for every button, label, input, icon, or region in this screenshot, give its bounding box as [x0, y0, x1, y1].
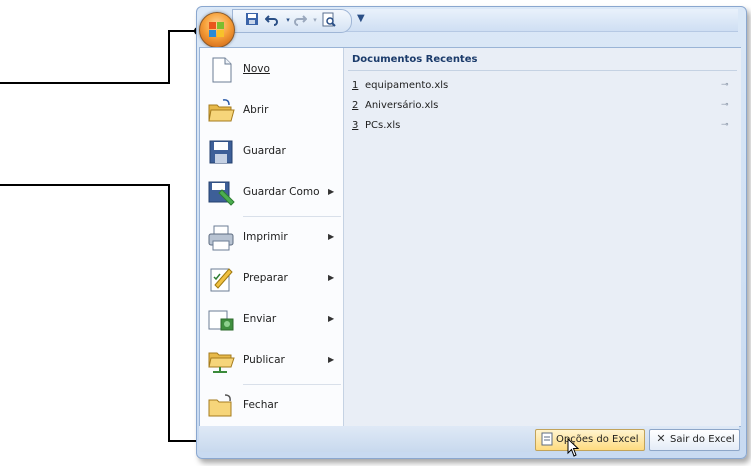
pin-icon[interactable]: ⊸	[721, 120, 729, 130]
menu-separator	[243, 384, 341, 385]
menu-item-label: Imprimir	[243, 231, 288, 243]
recent-file-number: 3	[352, 120, 359, 131]
recent-file-item[interactable]: 3 PCs.xls ⊸	[352, 118, 737, 134]
pin-icon[interactable]: ⊸	[721, 80, 729, 90]
recent-file-number: 1	[352, 80, 359, 91]
close-icon: ✕	[656, 432, 666, 445]
menu-item-label: Publicar	[243, 354, 285, 366]
callout-line-top-vertical	[168, 30, 170, 84]
save-as-icon	[207, 179, 235, 207]
menu-item-fechar[interactable]: Fechar	[200, 386, 343, 426]
options-document-icon	[540, 432, 554, 446]
menu-item-guardar-como[interactable]: Guardar Como ▶	[200, 173, 343, 213]
submenu-arrow-icon: ▶	[328, 273, 335, 282]
submenu-arrow-icon: ▶	[328, 187, 335, 196]
recent-file-item[interactable]: 2 Aniversário.xls ⊸	[352, 98, 737, 114]
office-menu: Novo Abrir Guardar Guardar Como ▶ Imprim…	[199, 47, 741, 427]
open-folder-icon	[207, 97, 235, 125]
recent-documents-panel: Documentos Recentes 1 equipamento.xls ⊸ …	[343, 48, 741, 426]
recent-documents-divider	[348, 70, 737, 71]
recent-file-name: equipamento.xls	[365, 80, 449, 91]
undo-icon[interactable]	[264, 12, 280, 28]
callout-line-top-horizontal	[0, 82, 170, 84]
menu-item-label: Enviar	[243, 313, 277, 325]
save-icon[interactable]	[244, 12, 260, 28]
office-button[interactable]	[199, 12, 235, 48]
recent-documents-title: Documentos Recentes	[352, 54, 478, 65]
recent-file-name: Aniversário.xls	[365, 100, 439, 111]
recent-file-item[interactable]: 1 equipamento.xls ⊸	[352, 78, 737, 94]
menu-item-enviar[interactable]: Enviar ▶	[200, 300, 343, 340]
callout-line-bottom-horizontal-left	[0, 184, 170, 186]
mouse-pointer-icon	[567, 437, 581, 458]
menu-item-imprimir[interactable]: Imprimir ▶	[200, 218, 343, 258]
submenu-arrow-icon: ▶	[328, 232, 335, 241]
menu-item-label: Guardar Como	[243, 186, 320, 198]
pin-icon[interactable]: ⊸	[721, 100, 729, 110]
print-preview-icon[interactable]	[321, 12, 337, 28]
publish-icon	[207, 347, 235, 375]
menu-item-publicar[interactable]: Publicar ▶	[200, 341, 343, 381]
save-disk-icon	[207, 138, 235, 166]
submenu-arrow-icon: ▶	[328, 314, 335, 323]
recent-file-number: 2	[352, 100, 359, 111]
prepare-icon	[207, 265, 235, 293]
printer-icon	[207, 224, 235, 252]
callout-line-bottom-vertical	[168, 184, 170, 442]
close-folder-icon	[207, 392, 235, 420]
customize-toolbar-icon[interactable]: ▼	[357, 13, 365, 24]
send-icon	[207, 306, 235, 334]
redo-icon[interactable]	[292, 12, 308, 28]
menu-item-label: Fechar	[243, 399, 279, 411]
exit-excel-button[interactable]: ✕ Sair do Excel	[649, 429, 740, 451]
office-logo-icon	[209, 22, 225, 38]
menu-item-label: Preparar	[243, 272, 288, 284]
menu-item-label: Abrir	[243, 104, 269, 116]
menu-item-guardar[interactable]: Guardar	[200, 132, 343, 172]
menu-item-novo[interactable]: Novo	[200, 50, 343, 90]
recent-file-name: PCs.xls	[365, 120, 401, 131]
menu-commands: Novo Abrir Guardar Guardar Como ▶ Imprim…	[200, 48, 343, 426]
menu-separator	[243, 216, 341, 217]
menu-item-preparar[interactable]: Preparar ▶	[200, 259, 343, 299]
menu-item-label: Novo	[243, 63, 270, 75]
submenu-arrow-icon: ▶	[328, 355, 335, 364]
new-document-icon	[207, 56, 235, 84]
exit-excel-label: Sair do Excel	[670, 434, 735, 445]
menu-item-abrir[interactable]: Abrir	[200, 91, 343, 131]
menu-item-label: Guardar	[243, 145, 286, 157]
excel-options-button[interactable]: Opções do Excel	[535, 429, 645, 451]
